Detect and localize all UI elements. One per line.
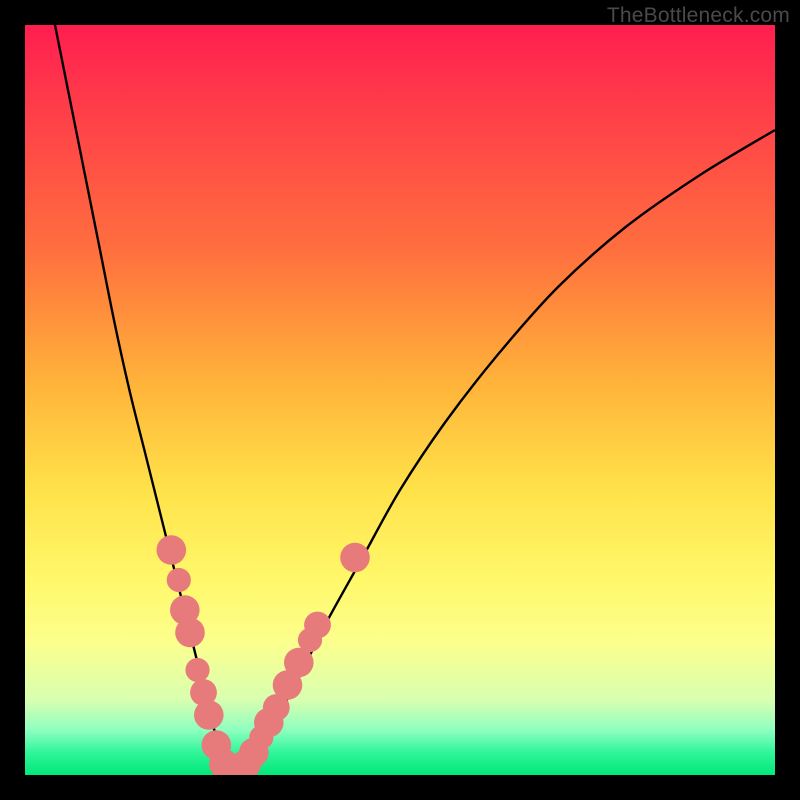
marker-group	[157, 535, 370, 775]
watermark-text: TheBottleneck.com	[607, 4, 790, 28]
curve-marker	[185, 658, 209, 682]
curve-marker	[284, 648, 314, 678]
bottleneck-curve	[55, 25, 775, 775]
chart-svg	[25, 25, 775, 775]
chart-plot-area	[25, 25, 775, 775]
curve-marker	[304, 612, 331, 639]
curve-marker	[194, 700, 224, 730]
curve-marker	[157, 535, 187, 565]
curve-marker	[175, 618, 205, 648]
chart-frame: TheBottleneck.com	[0, 0, 800, 800]
curve-marker	[167, 568, 191, 592]
curve-marker	[340, 543, 370, 573]
